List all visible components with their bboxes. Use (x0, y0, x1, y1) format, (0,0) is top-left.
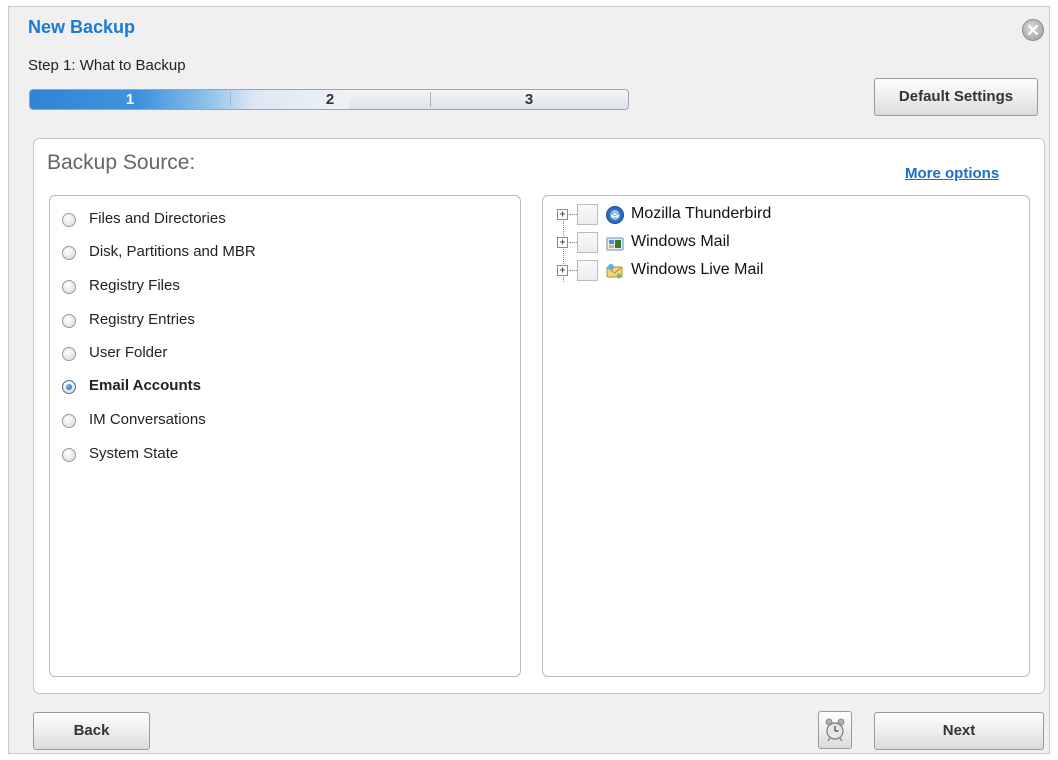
close-button[interactable] (1022, 19, 1044, 41)
default-settings-button[interactable]: Default Settings (874, 78, 1038, 116)
tree-connector (569, 242, 577, 243)
next-button[interactable]: Next (874, 712, 1044, 750)
checkbox[interactable] (577, 232, 598, 253)
expand-icon[interactable]: + (557, 209, 568, 220)
checkbox[interactable] (577, 260, 598, 281)
progress-step-1: 1 (125, 91, 135, 108)
tree-connector (569, 270, 577, 271)
radio-button[interactable] (62, 347, 76, 361)
option-label: Disk, Partitions and MBR (89, 243, 256, 260)
progress-step-2: 2 (325, 91, 335, 108)
thunderbird-icon (605, 205, 625, 225)
tree-item-label: Windows Mail (631, 233, 730, 250)
windows-live-mail-icon (605, 261, 625, 281)
checkbox[interactable] (577, 204, 598, 225)
close-icon (1027, 24, 1039, 36)
tree-item-label: Windows Live Mail (631, 261, 764, 278)
option-label: User Folder (89, 344, 168, 361)
expand-icon[interactable]: + (557, 265, 568, 276)
radio-button[interactable] (62, 448, 76, 462)
radio-button[interactable] (62, 414, 76, 428)
dialog-title: New Backup (28, 17, 136, 37)
backup-source-panel: Backup Source: More options Files and Di… (33, 138, 1045, 694)
step-progress-bar: 1 2 3 (29, 89, 629, 110)
new-backup-dialog: New Backup Step 1: What to Backup 1 2 3 … (8, 6, 1050, 754)
expand-icon[interactable]: + (557, 237, 568, 248)
source-type-list: Files and Directories Disk, Partitions a… (49, 195, 521, 677)
radio-button[interactable] (62, 280, 76, 294)
backup-source-title: Backup Source: (47, 151, 196, 174)
option-label: IM Conversations (89, 411, 206, 428)
radio-button[interactable] (62, 246, 76, 260)
back-button[interactable]: Back (33, 712, 150, 750)
option-label: Files and Directories (89, 210, 226, 227)
alarm-clock-icon (825, 718, 845, 742)
windows-mail-icon (605, 233, 625, 253)
radio-button-selected[interactable] (62, 380, 76, 394)
schedule-button[interactable] (818, 711, 852, 749)
step-label: Step 1: What to Backup (28, 57, 186, 74)
option-label: Registry Files (89, 277, 180, 294)
more-options-link[interactable]: More options (905, 165, 999, 182)
option-label: Email Accounts (89, 377, 201, 394)
option-label: System State (89, 445, 179, 462)
radio-button[interactable] (62, 213, 76, 227)
option-label: Registry Entries (89, 311, 195, 328)
tree-connector (569, 214, 577, 215)
email-client-tree: + Mozilla Thunderbird + Windows Mail + W… (542, 195, 1030, 677)
tree-item-label: Mozilla Thunderbird (631, 205, 772, 222)
progress-step-3: 3 (524, 91, 534, 108)
radio-button[interactable] (62, 314, 76, 328)
